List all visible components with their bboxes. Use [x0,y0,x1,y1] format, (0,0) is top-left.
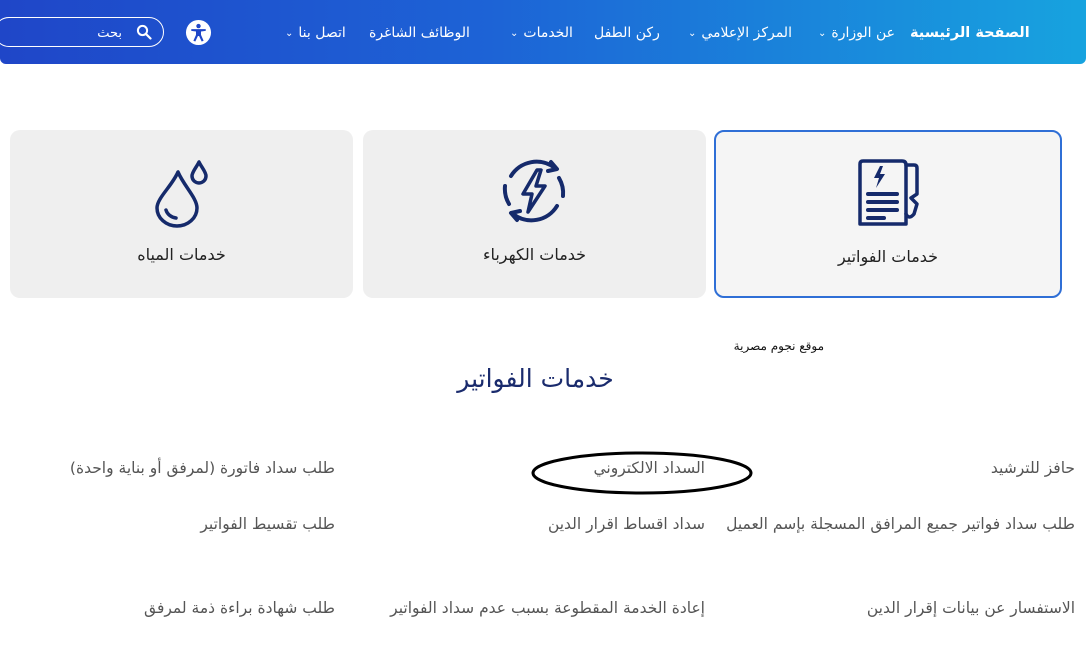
search-icon[interactable] [136,24,152,40]
search-input[interactable] [5,22,124,44]
nav-contact[interactable]: اتصل بنا ⌄ [285,22,346,44]
nav-services-label: الخدمات [523,25,573,41]
top-navbar: الصفحة الرئيسية عن الوزارة ⌄ المركز الإعل… [0,0,1086,64]
service-link-all-facilities-bills[interactable]: طلب سداد فواتير جميع المرافق المسجلة بإس… [720,510,1075,538]
nav-media-label: المركز الإعلامي [701,25,792,41]
invoice-document-icon [858,159,919,226]
service-link-debt-inquiry[interactable]: الاستفسار عن بيانات إقرار الدين [760,594,1075,622]
nav-media-center[interactable]: المركز الإعلامي ⌄ [688,22,792,44]
service-link-clearance-certificate[interactable]: طلب شهادة براءة ذمة لمرفق [20,594,335,622]
nav-home[interactable]: الصفحة الرئيسية [910,22,1030,44]
service-link-debt-installments[interactable]: سداد اقساط اقرار الدين [460,510,705,538]
chevron-down-icon: ⌄ [688,28,697,39]
service-link-e-payment[interactable]: السداد الالكتروني [460,454,705,482]
nav-vacancies[interactable]: الوظائف الشاغرة [369,22,470,44]
service-link-single-bill-request[interactable]: طلب سداد فاتورة (لمرفق أو بناية واحدة) [20,454,335,482]
nav-about[interactable]: عن الوزارة ⌄ [818,22,895,44]
nav-about-label: عن الوزارة [831,25,895,41]
service-link-bill-installment-request[interactable]: طلب تقسيط الفواتير [20,510,335,538]
card-label: خدمات المياه [137,245,226,264]
service-link-incentive[interactable]: حافز للترشيد [900,454,1075,482]
nav-services[interactable]: الخدمات ⌄ [510,22,573,44]
card-water-services[interactable]: خدمات المياه [10,130,353,298]
site-watermark-text: موقع نجوم مصرية [733,339,824,353]
card-label: خدمات الفواتير [837,247,939,266]
chevron-down-icon: ⌄ [510,28,519,39]
card-label: خدمات الكهرباء [482,245,587,264]
card-billing-services[interactable]: خدمات الفواتير [714,130,1062,298]
search-box [0,17,164,47]
water-drops-icon [155,160,208,228]
accessibility-icon[interactable] [185,19,212,46]
section-title: خدمات الفواتير [457,364,614,393]
electricity-bolt-icon [502,159,566,223]
card-electricity-services[interactable]: خدمات الكهرباء [363,130,706,298]
nav-contact-label: اتصل بنا [298,25,346,41]
chevron-down-icon: ⌄ [818,28,827,39]
nav-kids-corner[interactable]: ركن الطفل [594,22,660,44]
service-link-service-restoration[interactable]: إعادة الخدمة المقطوعة بسبب عدم سداد الفو… [390,594,705,622]
chevron-down-icon: ⌄ [285,28,294,39]
